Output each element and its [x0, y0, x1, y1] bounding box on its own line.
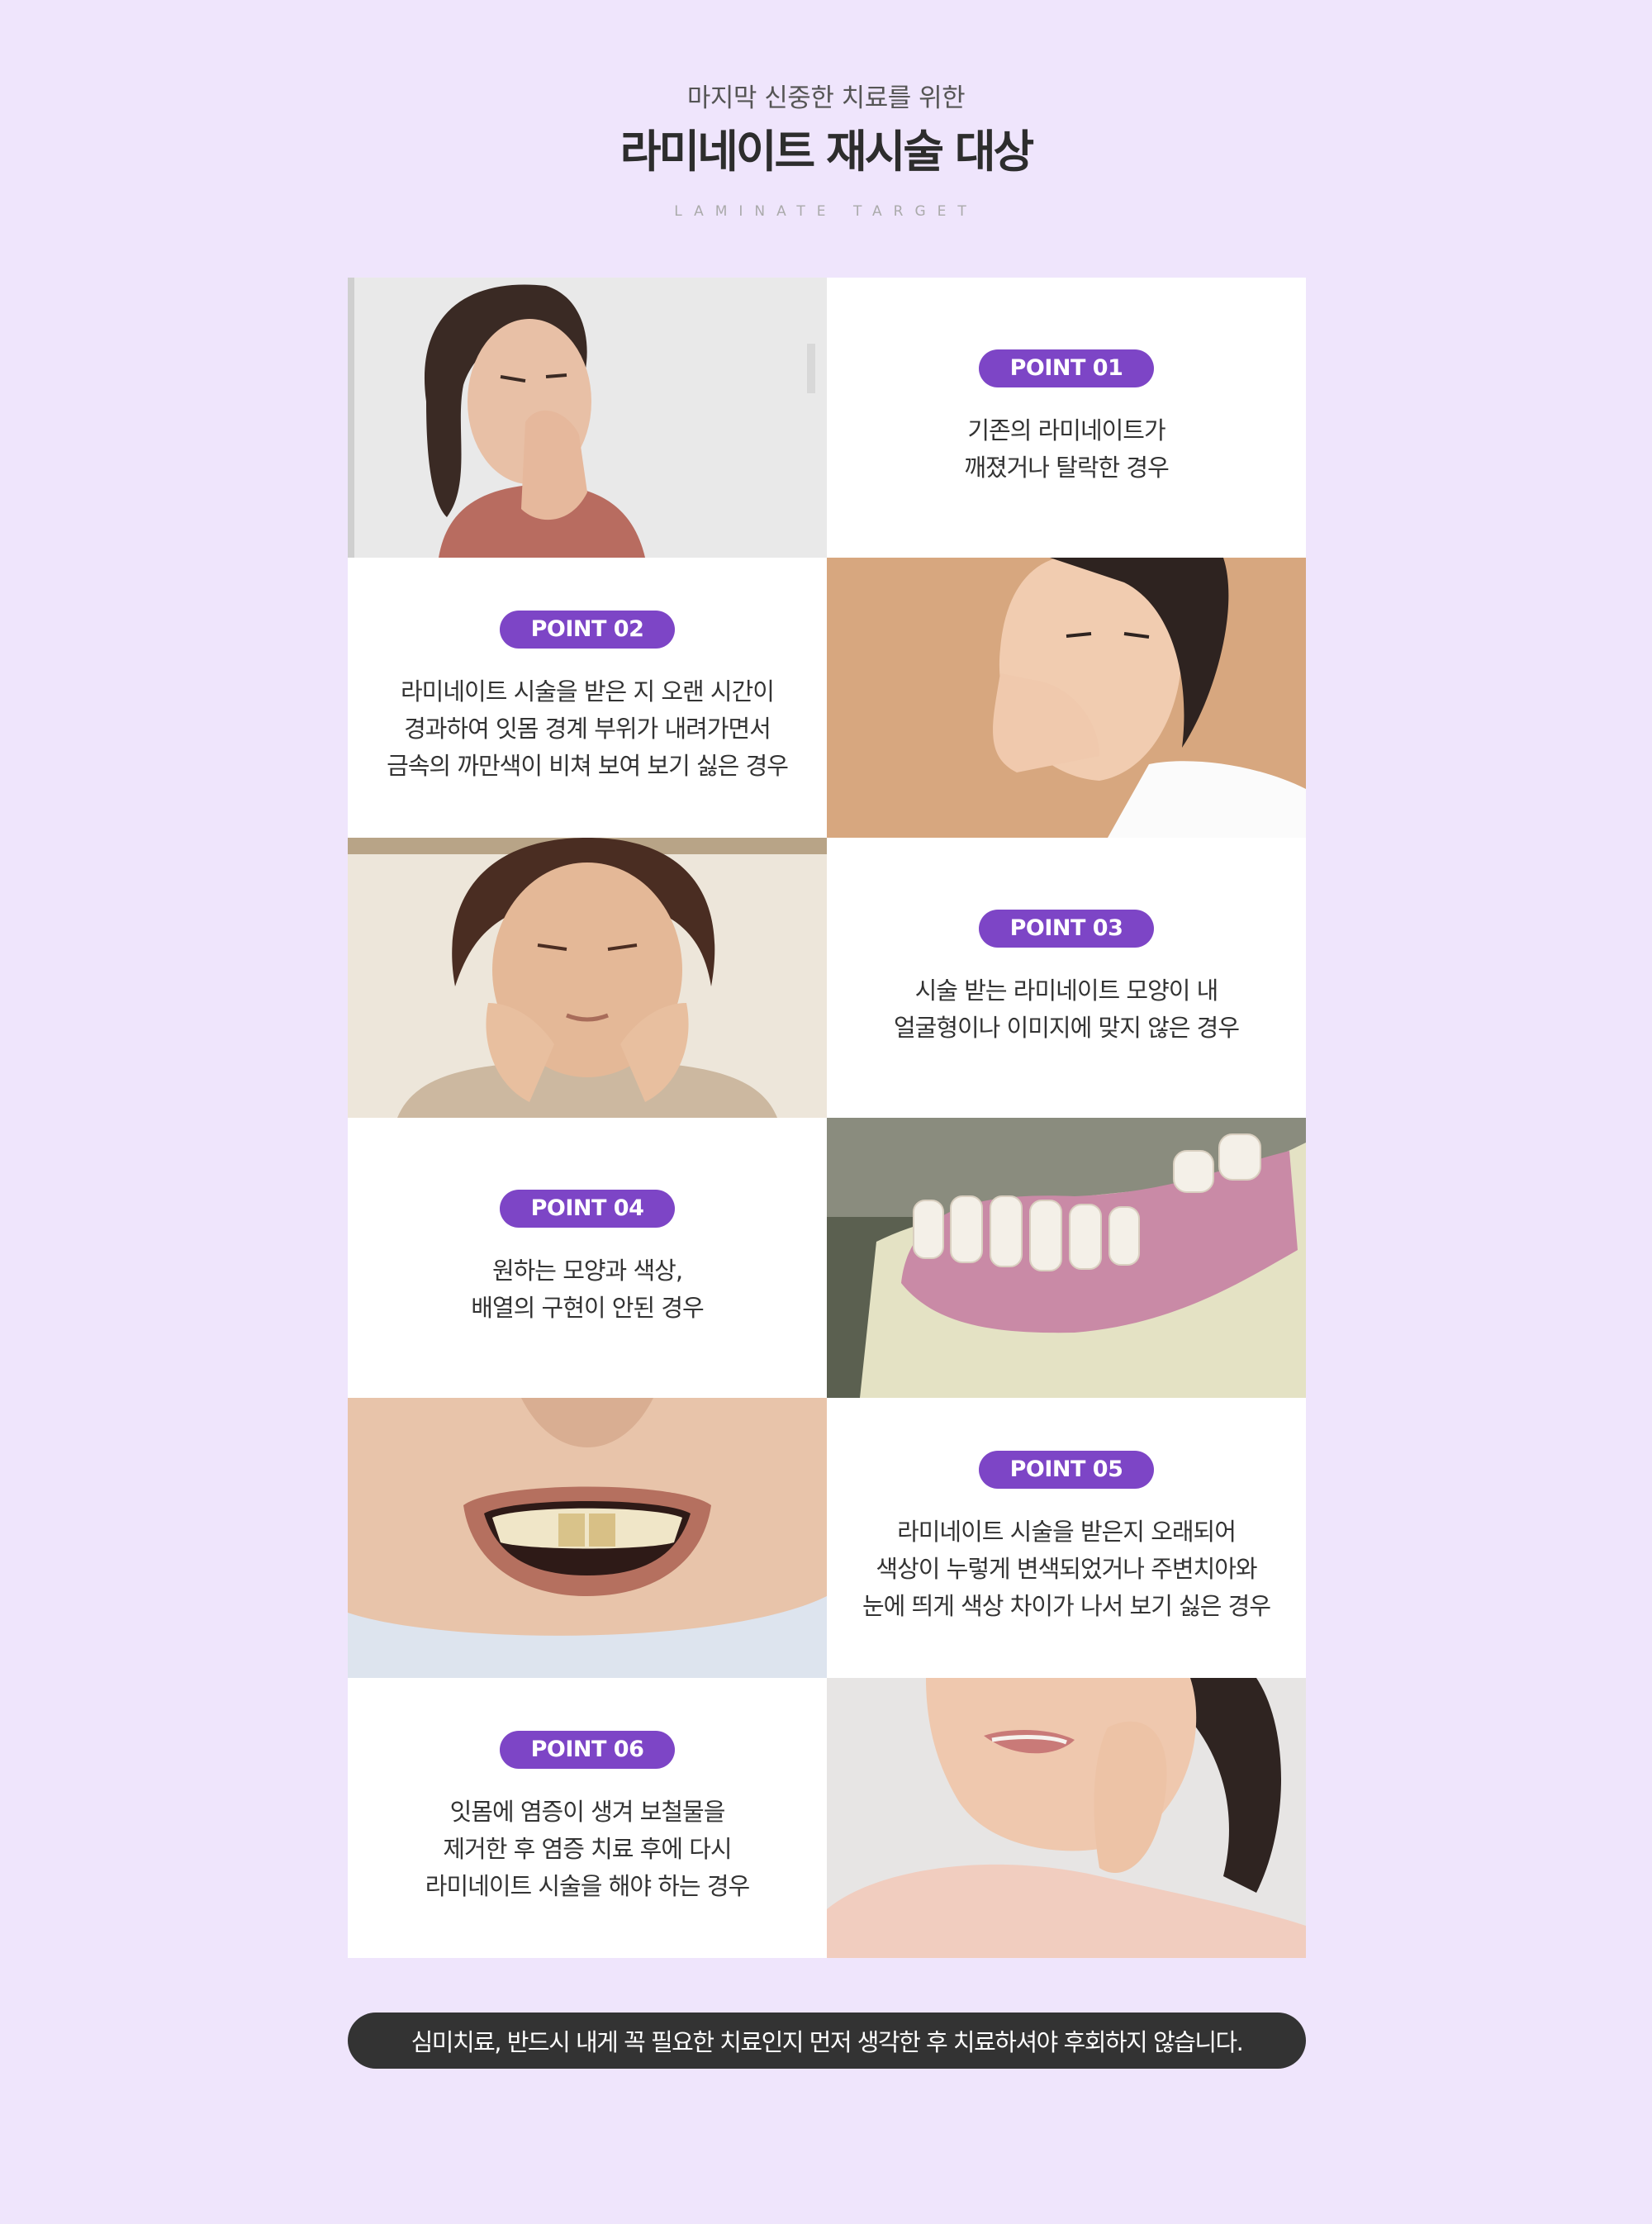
- footer-banner: 심미치료, 반드시 내게 꼭 필요한 치료인지 먼저 생각한 후 치료하셔야 후…: [348, 2013, 1306, 2069]
- point-card-3: POINT 03 시술 받는 라미네이트 모양이 내 얼굴형이나 이미지에 맞지…: [827, 838, 1306, 1118]
- point-badge: POINT 06: [499, 1731, 676, 1769]
- photo-man-smiling-teeth: [348, 1398, 827, 1678]
- english-caption: LAMINATE TARGET: [674, 203, 978, 220]
- page-title: 라미네이트 재시술 대상: [620, 126, 1034, 178]
- description-line: 라미네이트 시술을 해야 하는 경우: [425, 1872, 750, 1900]
- description-line: 경과하여 잇몸 경계 부위가 내려가면서: [404, 715, 771, 743]
- description-line: 얼굴형이나 이미지에 맞지 않은 경우: [893, 1013, 1240, 1042]
- description-line: 깨졌거나 탈락한 경우: [964, 453, 1170, 482]
- description-line: 기존의 라미네이트가: [967, 416, 1165, 444]
- point-description: 기존의 라미네이트가 깨졌거나 탈락한 경우: [964, 412, 1170, 487]
- description-line: 색상이 누렇게 변색되었거나 주변치아와: [876, 1555, 1257, 1583]
- point-badge: POINT 04: [499, 1189, 676, 1228]
- point-description: 라미네이트 시술을 받은지 오래되어 색상이 누렇게 변색되었거나 주변치아와 …: [862, 1514, 1271, 1625]
- point-badge: POINT 03: [978, 909, 1155, 948]
- photo-dental-model: [827, 1118, 1306, 1398]
- description-line: 잇몸에 염증이 생겨 보철물을: [449, 1798, 726, 1826]
- point-badge: POINT 02: [499, 611, 676, 649]
- description-line: 라미네이트 시술을 받은 지 오랜 시간이: [401, 677, 775, 706]
- point-card-4: POINT 04 원하는 모양과 색상, 배열의 구현이 안된 경우: [348, 1118, 827, 1398]
- point-badge: POINT 05: [978, 1451, 1155, 1489]
- photo-woman-hand-over-mouth: [827, 558, 1306, 838]
- point-description: 잇몸에 염증이 생겨 보철물을 제거한 후 염증 치료 후에 다시 라미네이트 …: [425, 1794, 750, 1905]
- point-card-1: POINT 01 기존의 라미네이트가 깨졌거나 탈락한 경우: [827, 278, 1306, 558]
- photo-woman-holding-cheeks: [348, 838, 827, 1118]
- points-grid: POINT 01 기존의 라미네이트가 깨졌거나 탈락한 경우 POINT 02…: [348, 278, 1306, 1958]
- description-line: 배열의 구현이 안된 경우: [471, 1293, 704, 1322]
- description-line: 라미네이트 시술을 받은지 오래되어: [897, 1518, 1237, 1546]
- description-line: 원하는 모양과 색상,: [491, 1256, 683, 1285]
- page-subtitle: 마지막 신중한 치료를 위한: [686, 83, 966, 113]
- point-description: 원하는 모양과 색상, 배열의 구현이 안된 경우: [471, 1252, 704, 1327]
- photo-woman-covering-mouth: [348, 278, 827, 558]
- description-line: 금속의 까만색이 비쳐 보여 보기 싫은 경우: [387, 752, 789, 780]
- description-line: 시술 받는 라미네이트 모양이 내: [914, 976, 1219, 1005]
- point-badge: POINT 01: [978, 349, 1155, 387]
- point-card-6: POINT 06 잇몸에 염증이 생겨 보철물을 제거한 후 염증 치료 후에 …: [348, 1678, 827, 1958]
- page-header: 마지막 신중한 치료를 위한 라미네이트 재시술 대상 LAMINATE TAR…: [0, 79, 1652, 221]
- description-line: 제거한 후 염증 치료 후에 다시: [443, 1835, 732, 1863]
- point-card-2: POINT 02 라미네이트 시술을 받은 지 오랜 시간이 경과하여 잇몸 경…: [348, 558, 827, 838]
- point-card-5: POINT 05 라미네이트 시술을 받은지 오래되어 색상이 누렇게 변색되었…: [827, 1398, 1306, 1678]
- description-line: 눈에 띄게 색상 차이가 나서 보기 싫은 경우: [862, 1592, 1271, 1620]
- point-description: 라미네이트 시술을 받은 지 오랜 시간이 경과하여 잇몸 경계 부위가 내려가…: [387, 673, 789, 785]
- point-description: 시술 받는 라미네이트 모양이 내 얼굴형이나 이미지에 맞지 않은 경우: [893, 972, 1240, 1047]
- photo-woman-jaw-pain: [827, 1678, 1306, 1958]
